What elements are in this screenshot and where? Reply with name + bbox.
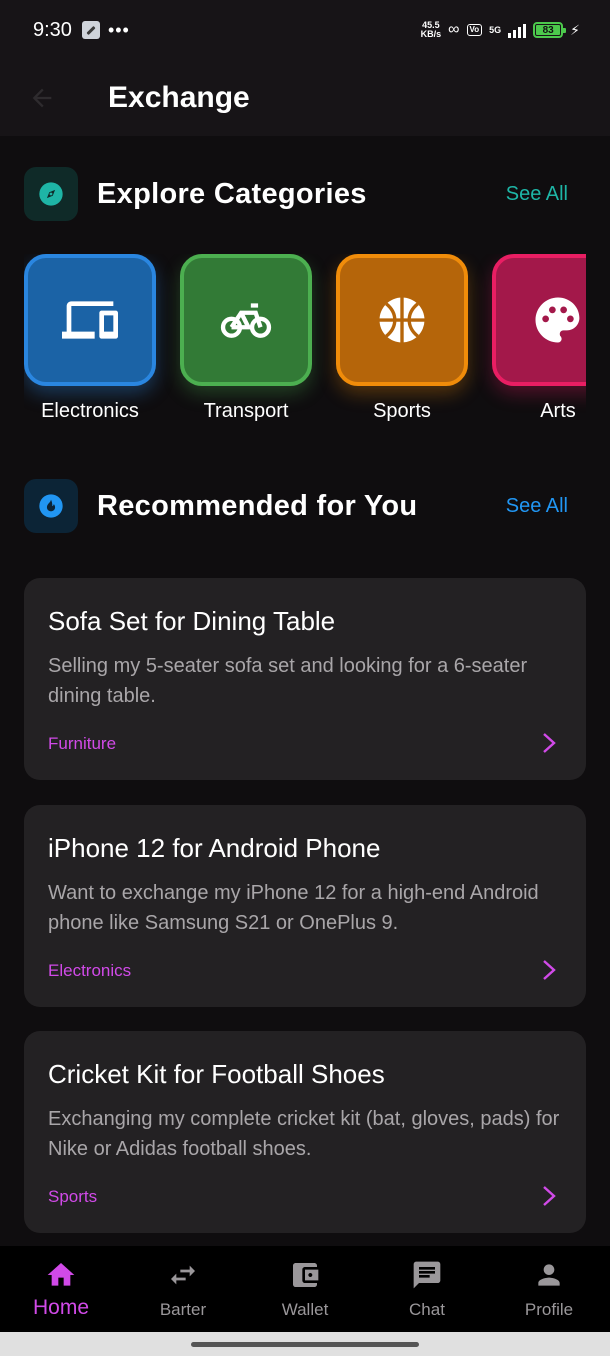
chevron-right-icon[interactable] bbox=[540, 1185, 558, 1207]
listing-description: Exchanging my complete cricket kit (bat,… bbox=[48, 1108, 560, 1160]
listing-category: Electronics bbox=[48, 961, 132, 980]
nav-label: Profile bbox=[524, 1300, 574, 1319]
listing-title: Cricket Kit for Football Shoes bbox=[48, 1059, 385, 1089]
battery-level: 83 bbox=[542, 24, 554, 36]
swap-icon bbox=[166, 1258, 200, 1292]
devices-icon bbox=[62, 301, 118, 339]
category-electronics[interactable]: Electronics bbox=[24, 254, 156, 423]
back-arrow-icon bbox=[32, 88, 52, 108]
status-bar: 9:30 ••• 45.5 KB/s ∞ Vo 5G 83 ⚡ bbox=[0, 0, 610, 60]
status-time: 9:30 bbox=[33, 18, 72, 41]
charging-icon: ⚡ bbox=[570, 21, 580, 38]
nav-home[interactable]: Home bbox=[0, 1246, 122, 1332]
explore-categories-header: Explore Categories See All bbox=[24, 167, 586, 221]
category-tile bbox=[24, 254, 156, 386]
listing-card[interactable]: iPhone 12 for Android Phone Want to exch… bbox=[24, 805, 586, 1007]
network-speed: 45.5 KB/s bbox=[421, 21, 442, 39]
nav-label: Barter bbox=[159, 1300, 207, 1319]
nav-barter[interactable]: Barter bbox=[122, 1246, 244, 1332]
app-bar: Exchange bbox=[0, 60, 610, 136]
gesture-bar bbox=[0, 1332, 610, 1356]
listing-category: Sports bbox=[48, 1187, 98, 1206]
category-label: Electronics bbox=[41, 400, 139, 422]
recommended-title: Recommended for You bbox=[97, 489, 418, 522]
bottom-nav: Home Barter Wallet Chat Profile bbox=[0, 1246, 610, 1332]
chevron-right-icon[interactable] bbox=[540, 959, 558, 981]
category-carousel[interactable]: Electronics Transport Sports Arts bbox=[24, 254, 586, 434]
network-type: 5G bbox=[489, 25, 502, 35]
category-tile bbox=[492, 254, 586, 386]
recommended-header: Recommended for You See All bbox=[24, 479, 586, 533]
recommended-see-all-link[interactable]: See All bbox=[506, 495, 568, 518]
listing-category: Furniture bbox=[48, 734, 117, 753]
link-icon: ∞ bbox=[448, 21, 460, 38]
nav-label: Wallet bbox=[281, 1300, 329, 1319]
volte-icon: Vo bbox=[466, 24, 483, 36]
category-tile bbox=[180, 254, 312, 386]
signal-icon bbox=[508, 22, 527, 38]
chevron-right-icon[interactable] bbox=[540, 732, 558, 754]
listing-title: Sofa Set for Dining Table bbox=[48, 606, 336, 636]
nav-label: Chat bbox=[409, 1300, 445, 1319]
palette-icon bbox=[535, 297, 580, 343]
nav-wallet[interactable]: Wallet bbox=[244, 1246, 366, 1332]
battery-icon: 83 bbox=[533, 22, 567, 38]
back-button[interactable] bbox=[22, 78, 62, 118]
category-tile bbox=[336, 254, 468, 386]
category-arts[interactable]: Arts bbox=[492, 254, 586, 423]
status-right-icons: 45.5 KB/s ∞ Vo 5G 83 ⚡ bbox=[421, 21, 580, 39]
category-label: Sports bbox=[373, 400, 431, 422]
recommend-icon bbox=[24, 479, 78, 533]
bicycle-icon bbox=[220, 303, 272, 338]
listing-description: Selling my 5-seater sofa set and looking… bbox=[48, 655, 528, 707]
network-speed-unit: KB/s bbox=[420, 29, 442, 39]
listing-title: iPhone 12 for Android Phone bbox=[48, 833, 381, 863]
home-icon bbox=[44, 1258, 78, 1292]
person-icon bbox=[532, 1258, 566, 1292]
category-transport[interactable]: Transport bbox=[180, 254, 312, 423]
category-label: Transport bbox=[203, 400, 289, 422]
wallet-icon bbox=[288, 1258, 322, 1292]
listing-card[interactable]: Cricket Kit for Football Shoes Exchangin… bbox=[24, 1031, 586, 1233]
category-sports[interactable]: Sports bbox=[336, 254, 468, 423]
nav-profile[interactable]: Profile bbox=[488, 1246, 610, 1332]
category-label: Arts bbox=[540, 400, 576, 422]
chat-icon bbox=[410, 1258, 444, 1292]
compass-icon bbox=[24, 167, 78, 221]
nav-chat[interactable]: Chat bbox=[366, 1246, 488, 1332]
more-notifications-icon: ••• bbox=[107, 19, 130, 40]
nav-label: Home bbox=[32, 1296, 90, 1319]
page-title: Exchange bbox=[108, 81, 250, 114]
explore-categories-title: Explore Categories bbox=[97, 177, 367, 210]
basketball-icon bbox=[379, 297, 425, 343]
listing-card[interactable]: Sofa Set for Dining Table Selling my 5-s… bbox=[24, 578, 586, 780]
home-gesture-handle[interactable] bbox=[191, 1342, 419, 1347]
explore-see-all-link[interactable]: See All bbox=[506, 183, 568, 206]
listing-description: Want to exchange my iPhone 12 for a high… bbox=[48, 882, 539, 934]
wrench-icon bbox=[81, 21, 100, 39]
status-left-icons: ••• bbox=[81, 19, 130, 41]
